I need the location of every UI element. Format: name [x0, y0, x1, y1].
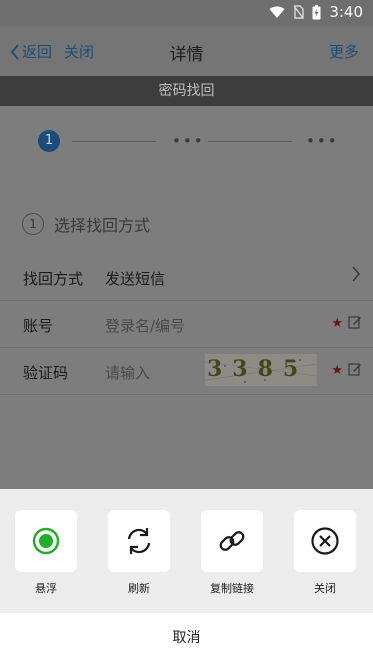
copy-link-action[interactable]: 复制链接 — [201, 510, 263, 596]
step-divider — [72, 141, 156, 142]
method-number: 1 — [22, 213, 44, 235]
captcha-code: 3385 — [207, 356, 309, 382]
float-action-tile[interactable] — [15, 510, 77, 572]
chevron-right-icon — [352, 266, 361, 282]
refresh-action[interactable]: 刷新 — [108, 510, 170, 596]
status-bar: 3:40 — [0, 0, 373, 26]
wifi-icon — [269, 6, 285, 18]
float-action-label: 悬浮 — [35, 582, 57, 595]
captcha-image[interactable]: 3385 — [205, 354, 317, 386]
recovery-method-row[interactable]: 找回方式 发送短信 — [0, 254, 373, 301]
step-divider — [208, 141, 292, 142]
account-input[interactable]: 登录名/编号 — [105, 315, 185, 336]
no-sim-icon — [293, 5, 305, 19]
status-icons: 3:40 — [269, 3, 363, 21]
refresh-action-tile[interactable] — [108, 510, 170, 572]
action-row: 悬浮 刷新 复制链接 关闭 — [0, 510, 373, 610]
edit-icon[interactable] — [348, 362, 362, 376]
refresh-action-label: 刷新 — [128, 582, 150, 595]
refresh-icon — [127, 528, 151, 554]
captcha-row: 验证码 请输入 3385 ★ — [0, 348, 373, 395]
cancel-button[interactable]: 取消 — [0, 613, 373, 663]
link-icon — [219, 531, 245, 551]
step-dots: ••• — [306, 132, 339, 150]
required-star-icon: ★ — [331, 316, 343, 331]
account-row: 账号 登录名/编号 ★ — [0, 301, 373, 348]
section-header: 密码找回 — [0, 76, 373, 106]
required-star-icon: ★ — [331, 363, 343, 378]
captcha-input[interactable]: 请输入 — [105, 362, 150, 383]
page-title: 详情 — [169, 45, 204, 65]
battery-charging-icon — [312, 4, 321, 19]
close-action-label: 关闭 — [314, 582, 336, 595]
more-button[interactable]: 更多 — [329, 41, 359, 62]
radio-selected-icon — [32, 527, 60, 555]
float-action[interactable]: 悬浮 — [15, 510, 77, 596]
recovery-method-label: 找回方式 — [23, 270, 84, 288]
close-action[interactable]: 关闭 — [294, 510, 356, 596]
password-recovery-form: 1 ••• ••• 1 选择找回方式 找回方式 发送短信 账号 登录名/编号 ★… — [0, 106, 373, 489]
close-action-tile[interactable] — [294, 510, 356, 572]
edit-icon[interactable] — [348, 315, 362, 329]
close-circle-icon — [311, 527, 339, 555]
action-sheet: 悬浮 刷新 复制链接 关闭 取消 — [0, 489, 373, 663]
status-time: 3:40 — [329, 3, 363, 21]
step-dots: ••• — [172, 132, 205, 150]
nav-bar: 返回 关闭 详情 更多 — [0, 26, 373, 76]
step-progress: 1 ••• ••• — [38, 130, 338, 152]
captcha-label: 验证码 — [23, 364, 69, 382]
copy-link-action-label: 复制链接 — [210, 582, 254, 595]
copy-link-action-tile[interactable] — [201, 510, 263, 572]
recovery-method-value: 发送短信 — [105, 270, 166, 288]
method-title: 1 选择找回方式 — [22, 212, 150, 236]
account-label: 账号 — [23, 317, 54, 335]
step-current: 1 — [38, 130, 60, 152]
method-title-text: 选择找回方式 — [54, 216, 151, 235]
